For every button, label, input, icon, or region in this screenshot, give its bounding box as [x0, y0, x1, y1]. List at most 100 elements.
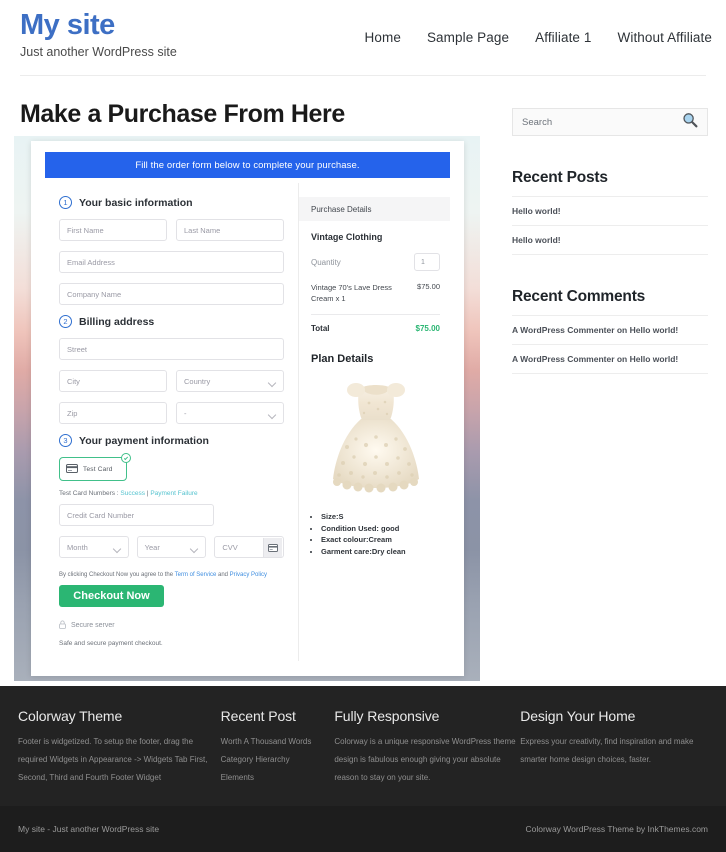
step-3-number: 3 [59, 434, 72, 447]
step-1-number: 1 [59, 196, 72, 209]
footer-copyright-left: My site - Just another WordPress site [18, 824, 160, 834]
footer-link-list: Worth A Thousand Words Category Hierarch… [221, 733, 335, 787]
list-item[interactable]: Elements [221, 769, 335, 787]
site-branding[interactable]: My site Just another WordPress site [20, 8, 177, 60]
test-card-tab-label: Test Card [83, 465, 113, 473]
step-3-heading: 3 Your payment information [59, 434, 284, 447]
test-card-numbers-note: Test Card Numbers : Success | Payment Fa… [59, 490, 284, 497]
footer-text: Colorway is a unique responsive WordPres… [334, 737, 516, 782]
footer-credit-right: Colorway WordPress Theme by InkThemes.co… [525, 824, 709, 834]
list-item[interactable]: Worth A Thousand Words [221, 733, 335, 751]
footer-heading: Fully Responsive [334, 708, 440, 724]
step-2-heading: 2 Billing address [59, 315, 284, 328]
site-title[interactable]: My site [20, 8, 177, 42]
footer-heading: Design Your Home [520, 708, 636, 724]
name-row: First Name Last Name [59, 219, 284, 251]
company-name-input[interactable]: Company Name [59, 283, 284, 305]
terms-of-service-link[interactable]: Term of Service [175, 572, 217, 578]
widget-title-recent-comments: Recent Comments [512, 288, 646, 305]
list-item: Garment care:Dry clean [321, 546, 440, 558]
street-input[interactable]: Street [59, 338, 284, 360]
recent-posts-list: Hello world! Hello world! [512, 196, 708, 255]
nav-item-affiliate-1[interactable]: Affiliate 1 [535, 30, 591, 45]
page-title: Make a Purchase From Here [20, 100, 345, 128]
checkout-hero-background: Fill the order form below to complete yo… [14, 136, 480, 681]
search-input[interactable]: Search [522, 117, 552, 128]
primary-navigation: Home Sample Page Affiliate 1 Without Aff… [365, 30, 712, 45]
footer-column-fully-responsive: Fully Responsive Colorway is a unique re… [334, 708, 520, 787]
product-image [311, 373, 440, 501]
step-2-label: Billing address [79, 315, 155, 328]
expiry-month-select[interactable]: Month [59, 536, 129, 558]
check-circle-icon [121, 453, 131, 463]
line-item-row: Vintage 70's Lave Dress Cream x 1 $75.00 [311, 282, 440, 304]
footer-column-colorway-theme: Colorway Theme Footer is widgetized. To … [18, 708, 221, 787]
purchase-details-divider [311, 314, 440, 315]
list-item[interactable]: Category Hierarchy [221, 751, 335, 769]
last-name-input[interactable]: Last Name [176, 219, 284, 241]
email-input[interactable]: Email Address [59, 251, 284, 273]
recent-post-link[interactable]: Hello world! [512, 235, 561, 245]
zip-input[interactable]: Zip [59, 402, 167, 424]
test-card-failure-link[interactable]: Payment Failure [150, 490, 197, 497]
recent-comment-link[interactable]: A WordPress Commenter on Hello world! [512, 325, 678, 335]
footer-column-design-your-home: Design Your Home Express your creativity… [520, 708, 708, 787]
purchase-details-body: Vintage Clothing Quantity 1 Vintage 70's… [311, 221, 440, 333]
test-card-tab[interactable]: Test Card [59, 453, 131, 481]
expiry-year-select[interactable]: Year [136, 536, 207, 558]
order-form-banner: Fill the order form below to complete yo… [45, 152, 450, 178]
secure-server-label: Secure server [71, 621, 115, 629]
list-item[interactable]: Hello world! [512, 225, 708, 255]
plan-details-list: Size:S Condition Used: good Exact colour… [321, 511, 440, 557]
list-item: Condition Used: good [321, 523, 440, 535]
nav-item-sample-page[interactable]: Sample Page [427, 30, 509, 45]
list-item[interactable]: A WordPress Commenter on Hello world! [512, 315, 708, 344]
country-select[interactable]: Country [176, 370, 284, 392]
footer-heading: Recent Post [220, 708, 296, 724]
lock-icon [59, 616, 66, 634]
privacy-policy-link[interactable]: Privacy Policy [230, 572, 267, 578]
city-input[interactable]: City [59, 370, 167, 392]
site-header: My site Just another WordPress site Home… [0, 0, 726, 76]
footer-column-recent-post: Recent Post Worth A Thousand Words Categ… [221, 708, 335, 787]
recent-comments-list: A WordPress Commenter on Hello world! A … [512, 315, 708, 374]
search-icon[interactable] [682, 112, 698, 133]
quantity-input[interactable]: 1 [414, 253, 440, 271]
test-card-success-link[interactable]: Success [120, 490, 145, 497]
search-widget[interactable]: Search [512, 108, 708, 136]
terms-note: By clicking Checkout Now you agree to th… [59, 572, 284, 578]
credit-card-icon [66, 460, 78, 478]
cvv-input[interactable]: CVV [214, 536, 285, 558]
nav-item-without-affiliate[interactable]: Without Affiliate [618, 30, 713, 45]
order-form-left-column: 1 Your basic information First Name Last… [45, 183, 298, 661]
nav-item-home[interactable]: Home [365, 30, 401, 45]
footer-text: Footer is widgetized. To setup the foote… [18, 737, 208, 782]
step-2-number: 2 [59, 315, 72, 328]
total-value: $75.00 [415, 324, 440, 333]
first-name-input[interactable]: First Name [59, 219, 167, 241]
order-form-right-column: Purchase Details Vintage Clothing Quanti… [298, 183, 450, 661]
terms-and: and [216, 572, 230, 578]
purchase-details-header: Purchase Details [299, 197, 450, 221]
recent-comment-link[interactable]: A WordPress Commenter on Hello world! [512, 354, 678, 364]
checkout-now-button[interactable]: Checkout Now [59, 585, 164, 607]
step-1-label: Your basic information [79, 196, 193, 209]
line-item-name: Vintage 70's Lave Dress Cream x 1 [311, 283, 392, 303]
list-item[interactable]: Hello world! [512, 196, 708, 225]
state-select[interactable]: - [176, 402, 284, 424]
list-item[interactable]: A WordPress Commenter on Hello world! [512, 344, 708, 374]
quantity-row: Quantity 1 [311, 253, 440, 271]
recent-post-link[interactable]: Hello world! [512, 206, 561, 216]
secure-server-row: Secure server [59, 616, 284, 634]
credit-card-number-input[interactable]: Credit Card Number [59, 504, 214, 526]
order-form-card: Fill the order form below to complete yo… [31, 141, 464, 676]
site-tagline: Just another WordPress site [20, 45, 177, 59]
list-item: Size:S [321, 511, 440, 523]
line-item-price: $75.00 [417, 282, 440, 291]
safe-checkout-note: Safe and secure payment checkout. [59, 640, 163, 647]
footer-text: Express your creativity, find inspiratio… [520, 737, 694, 764]
product-title: Vintage Clothing [311, 232, 383, 242]
cvv-card-icon [263, 538, 283, 557]
quantity-label: Quantity [311, 257, 341, 267]
content-area: Make a Purchase From Here Fill the order… [0, 76, 726, 686]
